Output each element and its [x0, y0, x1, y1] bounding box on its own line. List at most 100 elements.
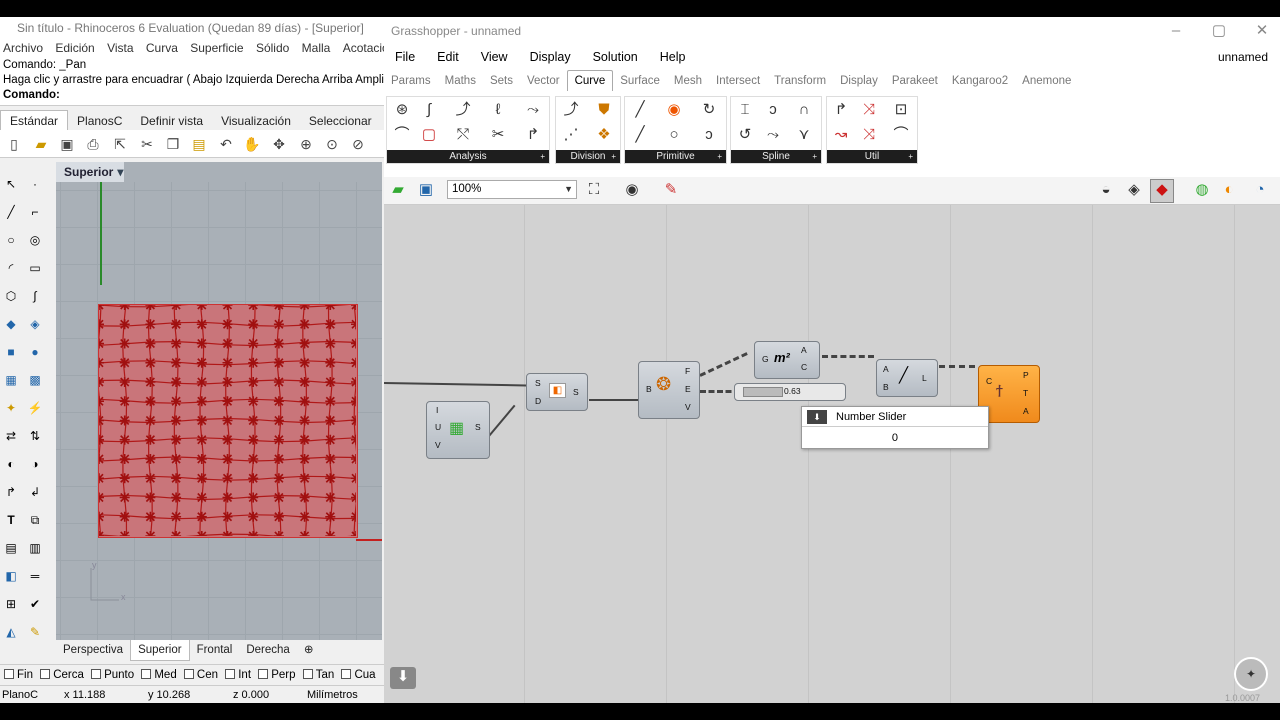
- divide-length-icon[interactable]: ⛊: [594, 100, 614, 120]
- osnap-punto[interactable]: Punto: [91, 665, 134, 685]
- point-icon[interactable]: ·: [26, 175, 44, 193]
- contour-icon[interactable]: ❖: [594, 125, 614, 145]
- array-icon[interactable]: ⇅: [26, 427, 44, 445]
- analysis-tool-icon[interactable]: ↱: [523, 125, 543, 145]
- line-component[interactable]: AB ╱ L: [876, 359, 938, 397]
- slider-track[interactable]: [743, 387, 783, 397]
- grid-snap-icon[interactable]: ⊞: [2, 595, 20, 613]
- gh-menu-edit[interactable]: Edit: [437, 50, 459, 64]
- gh-menu-display[interactable]: Display: [530, 50, 571, 64]
- osnap-cen[interactable]: Cen: [183, 665, 218, 685]
- osnap-cerca[interactable]: Cerca: [40, 665, 84, 685]
- undo-icon[interactable]: ↶: [217, 135, 235, 153]
- menu-curva[interactable]: Curva: [146, 41, 178, 55]
- split-icon[interactable]: ◑: [26, 455, 44, 473]
- spline-icon[interactable]: ↄ: [763, 100, 783, 120]
- command-input[interactable]: Comando:: [3, 88, 384, 103]
- solid-box-icon[interactable]: ■: [2, 343, 20, 361]
- mesh-edit-icon[interactable]: ▩: [26, 371, 44, 389]
- circle-cnr-icon[interactable]: ◉: [664, 100, 684, 120]
- spline-icon[interactable]: ↺: [735, 125, 755, 145]
- osnap-fin[interactable]: Fin: [4, 665, 33, 685]
- line-sdl-icon[interactable]: ╱: [630, 125, 650, 145]
- analysis-tool-icon[interactable]: ✂: [488, 125, 508, 145]
- analyze-icon[interactable]: ═: [26, 567, 44, 585]
- properties-icon[interactable]: ▥: [26, 539, 44, 557]
- open-file-icon[interactable]: ▰: [388, 180, 408, 200]
- paint-icon[interactable]: ✎: [661, 180, 681, 200]
- tab-estandar[interactable]: Estándar: [0, 110, 69, 131]
- construct-domain-component[interactable]: IUV ▦ S: [426, 401, 490, 459]
- spline-icon[interactable]: ⋎: [794, 125, 814, 145]
- new-file-icon[interactable]: ▯: [5, 135, 23, 153]
- menu-vista[interactable]: Vista: [107, 41, 133, 55]
- curve-cv-icon[interactable]: ⌐: [26, 203, 44, 221]
- misc-tool-icon[interactable]: ✎: [26, 623, 44, 641]
- layer-icon[interactable]: ▤: [2, 539, 20, 557]
- dimension-icon[interactable]: ⚡: [26, 399, 44, 417]
- gh-menu-file[interactable]: File: [395, 50, 415, 64]
- gh-tab-mesh[interactable]: Mesh: [667, 71, 709, 91]
- series-component[interactable]: SD ◧ S: [526, 373, 588, 411]
- spline-icon[interactable]: ∩: [794, 100, 814, 120]
- join-icon[interactable]: ↱: [2, 483, 20, 501]
- analysis-tool-icon[interactable]: ▢: [419, 125, 439, 145]
- preview-eye-icon[interactable]: ◉: [622, 180, 642, 200]
- mesh-icon[interactable]: ▦: [2, 371, 20, 389]
- tab-seleccionar[interactable]: Seleccionar: [300, 111, 381, 131]
- osnap-int[interactable]: Int: [225, 665, 251, 685]
- gh-tab-display[interactable]: Display: [833, 71, 885, 91]
- divide-distance-icon[interactable]: ⋰: [561, 125, 581, 145]
- group-icon[interactable]: ⧉: [26, 511, 44, 529]
- arc-3pt-icon[interactable]: ↄ: [699, 125, 719, 145]
- preview-wire-icon[interactable]: ◈: [1124, 180, 1144, 200]
- util-icon[interactable]: ⊡: [891, 100, 911, 120]
- copy-icon[interactable]: ❐: [164, 135, 182, 153]
- menu-acotacion[interactable]: Acotación: [343, 41, 384, 55]
- pan-hand-icon[interactable]: ✋: [243, 135, 261, 153]
- preview-shaded-icon[interactable]: ◆: [1150, 179, 1174, 203]
- gh-canvas[interactable]: 0.63 IUV ▦ S SD ◧ S B ❂ FEV G m² AC AB ╱…: [384, 205, 1280, 703]
- status-units[interactable]: Milímetros: [307, 686, 358, 703]
- preview-off-icon[interactable]: ◒: [1096, 180, 1116, 200]
- transform-icon[interactable]: ⇄: [2, 427, 20, 445]
- analysis-tool-icon[interactable]: ∫: [419, 100, 439, 120]
- vtab-perspectiva[interactable]: Perspectiva: [56, 640, 130, 660]
- spline-icon[interactable]: ⤳: [763, 125, 783, 145]
- status-plane[interactable]: PlanoC: [2, 686, 38, 703]
- polygon-icon[interactable]: ⬡: [2, 287, 20, 305]
- solid-sphere-icon[interactable]: ●: [26, 343, 44, 361]
- ellipse-icon[interactable]: ◎: [26, 231, 44, 249]
- pattern-geometry[interactable]: [94, 300, 361, 541]
- gh-tab-parakeet[interactable]: Parakeet: [885, 71, 945, 91]
- line-icon[interactable]: ╱: [630, 100, 650, 120]
- superior-viewport[interactable]: Superior ▾ y x: [56, 162, 382, 640]
- rectangle-icon[interactable]: ▭: [26, 259, 44, 277]
- vtab-frontal[interactable]: Frontal: [190, 640, 240, 660]
- viewport-menu-icon[interactable]: ▾: [117, 165, 123, 179]
- util-icon[interactable]: ⤨: [859, 125, 879, 145]
- zoom-window-icon[interactable]: ⊙: [323, 135, 341, 153]
- menu-edicion[interactable]: Edición: [55, 41, 94, 55]
- number-slider[interactable]: 0.63: [734, 383, 846, 401]
- print-icon[interactable]: ⎙: [84, 135, 102, 153]
- gh-tab-anemone[interactable]: Anemone: [1015, 71, 1078, 91]
- panel-util-label[interactable]: Util +: [827, 150, 917, 163]
- gh-tab-intersect[interactable]: Intersect: [709, 71, 767, 91]
- util-icon[interactable]: ↱: [831, 100, 851, 120]
- gh-menu-help[interactable]: Help: [660, 50, 686, 64]
- circle-icon[interactable]: ○: [664, 125, 684, 145]
- gh-tab-maths[interactable]: Maths: [438, 71, 483, 91]
- light-icon[interactable]: ✦: [2, 399, 20, 417]
- util-icon[interactable]: ⌒: [891, 125, 911, 145]
- circle-icon[interactable]: ○: [2, 231, 20, 249]
- menu-archivo[interactable]: Archivo: [3, 41, 43, 55]
- zoom-extents-icon[interactable]: ⊘: [349, 135, 367, 153]
- render-icon[interactable]: ◧: [2, 567, 20, 585]
- widget-icon[interactable]: ⬇: [390, 667, 416, 689]
- analysis-tool-icon[interactable]: ℓ: [488, 100, 508, 120]
- select-arrow-icon[interactable]: ↖: [2, 175, 20, 193]
- arc-icon[interactable]: ◜: [2, 259, 20, 277]
- menu-superficie[interactable]: Superficie: [190, 41, 243, 55]
- named-view-icon[interactable]: ◭: [2, 623, 20, 641]
